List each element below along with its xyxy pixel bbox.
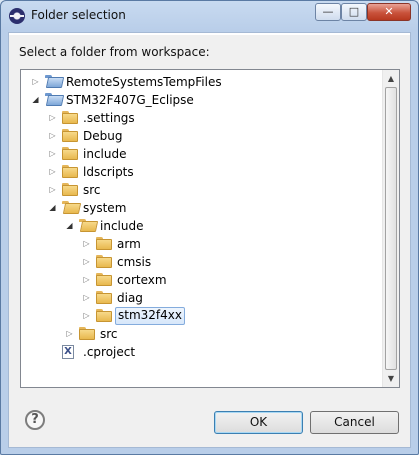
tree-item-label: src [83,183,101,197]
maximize-button[interactable]: □ [341,3,367,21]
collapsed-arrow-icon[interactable]: ▷ [48,113,57,122]
tree-item[interactable]: ▷ src [21,325,383,343]
collapsed-arrow-icon[interactable]: ▷ [48,149,57,158]
open-folder-icon [79,219,99,232]
folder-icon [96,273,112,286]
expanded-arrow-icon[interactable]: ◢ [65,221,74,230]
collapsed-arrow-icon[interactable]: ▷ [48,185,57,194]
window-title: Folder selection [31,8,126,22]
collapsed-arrow-icon[interactable]: ▷ [31,77,40,86]
folder-icon [62,183,78,196]
tree-item-label: .cproject [83,345,136,359]
tree-item[interactable]: ◢ STM32F407G_Eclipse [21,91,383,109]
xml-file-icon: X [62,345,74,359]
tree-item-label: arm [117,237,141,251]
tree-item-label: src [100,327,118,341]
folder-icon [62,147,78,160]
folder-tree[interactable]: ▷ RemoteSystemsTempFiles ◢ STM32F407G_Eclip… [20,69,400,388]
instruction-label: Select a folder from workspace: [19,45,210,59]
tree-item-label: ldscripts [83,165,134,179]
tree-item[interactable]: ▷ .settings [21,109,383,127]
dialog-body: Select a folder from workspace: ▷ RemoteS… [8,32,411,448]
tree-item-label: include [100,219,144,233]
tree-item-label: STM32F407G_Eclipse [66,93,194,107]
scroll-up-arrow-icon[interactable]: ▲ [383,70,399,87]
collapsed-arrow-icon[interactable]: ▷ [82,239,91,248]
tree-item[interactable]: X .cproject [21,343,383,361]
expanded-arrow-icon[interactable]: ◢ [48,203,57,212]
tree-item[interactable]: ▷ RemoteSystemsTempFiles [21,73,383,91]
expanded-arrow-icon[interactable]: ◢ [31,95,40,104]
tree-item[interactable]: ▷ ldscripts [21,163,383,181]
tree-item-label: RemoteSystemsTempFiles [66,75,222,89]
collapsed-arrow-icon[interactable]: ▷ [82,293,91,302]
project-folder-icon [45,75,65,88]
tree-item-label: diag [117,291,143,305]
title-bar[interactable]: Folder selection — □ ✕ [1,1,418,31]
ok-button[interactable]: OK [214,411,303,434]
tree-item-label: stm32f4xx [115,307,185,325]
folder-icon [96,255,112,268]
tree-item[interactable]: ▷ stm32f4xx [21,307,383,325]
folder-icon [79,327,95,340]
eclipse-icon [9,8,25,24]
dialog-window: Folder selection — □ ✕ Select a folder f… [0,0,419,455]
folder-icon [96,291,112,304]
collapsed-arrow-icon[interactable]: ▷ [82,257,91,266]
scroll-down-arrow-icon[interactable]: ▼ [383,370,399,387]
cancel-button[interactable]: Cancel [310,411,399,434]
folder-icon [96,237,112,250]
folder-icon [62,129,78,142]
project-folder-icon [45,93,65,106]
body-top-edge [9,33,410,35]
tree-item[interactable]: ▷ cortexm [21,271,383,289]
folder-icon [96,309,112,322]
open-folder-icon [62,201,82,214]
vertical-scrollbar[interactable]: ▲ ▼ [382,70,399,387]
tree-item-label: system [83,201,127,215]
tree-item[interactable]: ▷ src [21,181,383,199]
close-button[interactable]: ✕ [367,3,411,21]
minimize-button[interactable]: — [315,3,341,21]
tree-item-label: cortexm [117,273,167,287]
collapsed-arrow-icon[interactable]: ▷ [82,275,91,284]
tree-item[interactable]: ▷ include [21,145,383,163]
collapsed-arrow-icon[interactable]: ▷ [65,329,74,338]
tree-item[interactable]: ▷ Debug [21,127,383,145]
tree-item-label: include [83,147,127,161]
folder-icon [62,165,78,178]
collapsed-arrow-icon[interactable]: ▷ [48,131,57,140]
folder-icon [62,111,78,124]
collapsed-arrow-icon[interactable]: ▷ [82,311,91,320]
tree-item-label: cmsis [117,255,152,269]
tree-item[interactable]: ◢ system [21,199,383,217]
collapsed-arrow-icon[interactable]: ▷ [48,167,57,176]
tree-item[interactable]: ▷ arm [21,235,383,253]
scrollbar-thumb[interactable] [385,87,397,370]
tree-item[interactable]: ▷ cmsis [21,253,383,271]
tree-item-label: Debug [83,129,123,143]
tree-item-label: .settings [83,111,135,125]
tree-item[interactable]: ◢ include [21,217,383,235]
tree-item[interactable]: ▷ diag [21,289,383,307]
help-icon[interactable]: ? [25,410,45,430]
